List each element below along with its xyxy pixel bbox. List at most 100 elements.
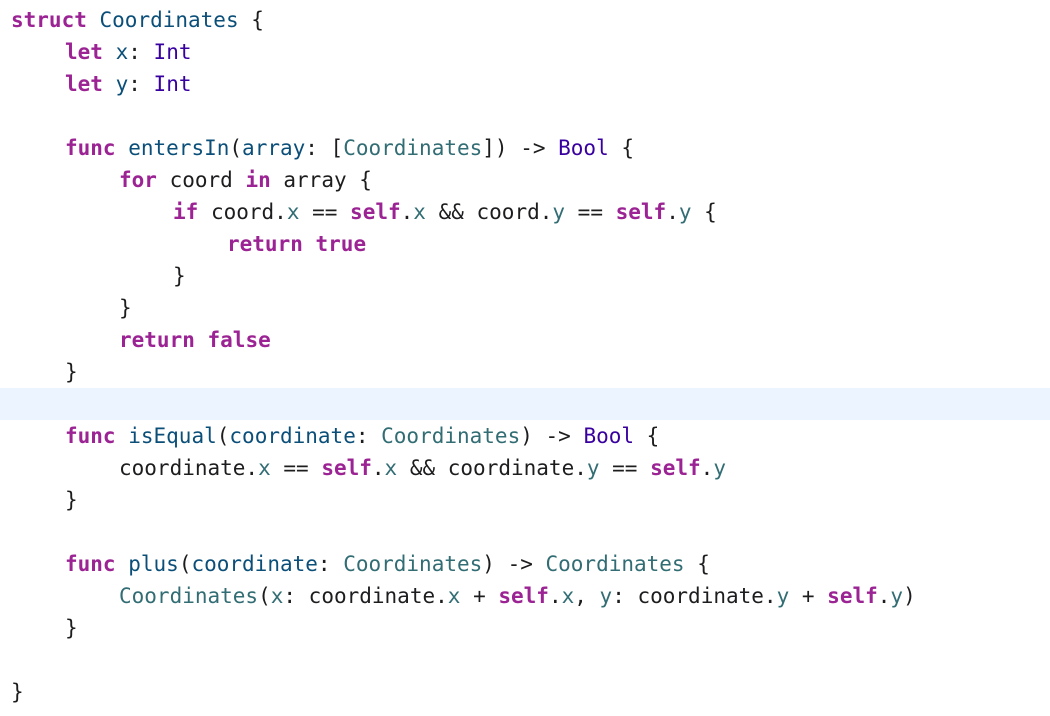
code-line[interactable]: }: [0, 260, 1050, 292]
type-token: Bool: [558, 136, 609, 160]
code-text: ==: [599, 456, 651, 480]
code-text: ,: [574, 584, 600, 608]
code-line[interactable]: return true: [0, 228, 1050, 260]
code-text: (: [258, 584, 271, 608]
code-text: .: [700, 456, 714, 480]
code-line[interactable]: }: [0, 676, 1050, 708]
keyword-token: func: [65, 424, 116, 448]
code-line[interactable]: [0, 516, 1050, 548]
code-text: .: [548, 584, 562, 608]
type-token: Int: [153, 72, 192, 96]
code-text: {: [608, 136, 635, 160]
code-text: (: [229, 136, 243, 160]
code-text: .: [371, 456, 385, 480]
keyword-token: let: [65, 72, 103, 96]
declaration-token: array: [242, 136, 306, 160]
code-text: }: [65, 488, 78, 512]
code-text: :: [128, 40, 154, 64]
code-text: ==: [270, 456, 322, 480]
keyword-token: self: [498, 584, 549, 608]
code-line[interactable]: for coord in array {: [0, 164, 1050, 196]
keyword-token: in: [245, 168, 271, 192]
code-line[interactable]: }: [0, 612, 1050, 644]
symbol-token: y: [776, 584, 790, 608]
code-editor[interactable]: struct Coordinates {let x: Int let y: Int…: [0, 0, 1050, 716]
symbol-token: y: [678, 200, 692, 224]
keyword-token: self: [827, 584, 878, 608]
code-text: :: [355, 424, 382, 448]
keyword-token: func: [65, 136, 116, 160]
symbol-token: y: [713, 456, 726, 480]
keyword-token: return: [227, 232, 303, 256]
symbol-token: x: [258, 456, 271, 480]
code-line[interactable]: }: [0, 484, 1050, 516]
code-text: {: [684, 552, 710, 576]
code-line[interactable]: func isEqual(coordinate: Coordinates) ->…: [0, 420, 1050, 452]
symbol-token: y: [586, 456, 600, 480]
code-line[interactable]: }: [0, 292, 1050, 324]
code-line[interactable]: let y: Int: [0, 68, 1050, 100]
code-text: : coordinate.: [612, 584, 777, 608]
keyword-token: for: [119, 168, 157, 192]
code-text: }: [65, 616, 78, 640]
symbol-token: Coordinates: [343, 136, 483, 160]
declaration-token: y: [115, 72, 129, 96]
symbol-token: Coordinates: [343, 552, 483, 576]
code-line[interactable]: }: [0, 356, 1050, 388]
code-text: : [: [305, 136, 344, 160]
code-text: }: [173, 264, 186, 288]
code-text: .: [666, 200, 679, 224]
code-text: array {: [270, 168, 372, 192]
code-text: :: [317, 552, 344, 576]
keyword-token: self: [650, 456, 701, 480]
code-text: :: [128, 72, 154, 96]
code-text: coord.: [198, 200, 287, 224]
declaration-token: plus: [128, 552, 179, 576]
code-text: (: [178, 552, 192, 576]
code-line[interactable]: let x: Int: [0, 36, 1050, 68]
keyword-token: struct: [11, 8, 87, 32]
code-text: }: [119, 296, 132, 320]
declaration-token: coordinate: [229, 424, 356, 448]
type-token: Int: [153, 40, 192, 64]
code-line-current[interactable]: [0, 388, 1050, 420]
code-text: {: [634, 424, 660, 448]
symbol-token: x: [561, 584, 575, 608]
symbol-token: x: [413, 200, 426, 224]
symbol-token: Coordinates: [381, 424, 521, 448]
code-text: ==: [565, 200, 616, 224]
type-token: Bool: [583, 424, 635, 448]
code-line[interactable]: struct Coordinates {: [0, 4, 1050, 36]
declaration-token: entersIn: [128, 136, 230, 160]
code-text: {: [238, 8, 264, 32]
keyword-token: true: [315, 232, 367, 256]
code-line[interactable]: if coord.x == self.x && coord.y == self.…: [0, 196, 1050, 228]
code-text: ): [903, 584, 916, 608]
code-text: ==: [299, 200, 351, 224]
code-text: {: [691, 200, 717, 224]
code-line[interactable]: return false: [0, 324, 1050, 356]
code-line[interactable]: func entersIn(array: [Coordinates]) -> B…: [0, 132, 1050, 164]
keyword-token: false: [207, 328, 271, 352]
code-text: }: [65, 360, 78, 384]
code-text: coord: [156, 168, 246, 192]
keyword-token: self: [350, 200, 401, 224]
code-line[interactable]: Coordinates(x: coordinate.x + self.x, y:…: [0, 580, 1050, 612]
code-text: && coord.: [425, 200, 553, 224]
code-line[interactable]: [0, 644, 1050, 676]
symbol-token: Coordinates: [545, 552, 685, 576]
code-text: }: [11, 680, 24, 704]
keyword-token: func: [65, 552, 116, 576]
code-line[interactable]: coordinate.x == self.x && coordinate.y =…: [0, 452, 1050, 484]
code-text: (: [216, 424, 230, 448]
keyword-token: return: [119, 328, 195, 352]
code-line[interactable]: [0, 100, 1050, 132]
code-line[interactable]: func plus(coordinate: Coordinates) -> Co…: [0, 548, 1050, 580]
symbol-token: y: [599, 584, 613, 608]
code-text: : coordinate.: [283, 584, 448, 608]
symbol-token: y: [890, 584, 904, 608]
